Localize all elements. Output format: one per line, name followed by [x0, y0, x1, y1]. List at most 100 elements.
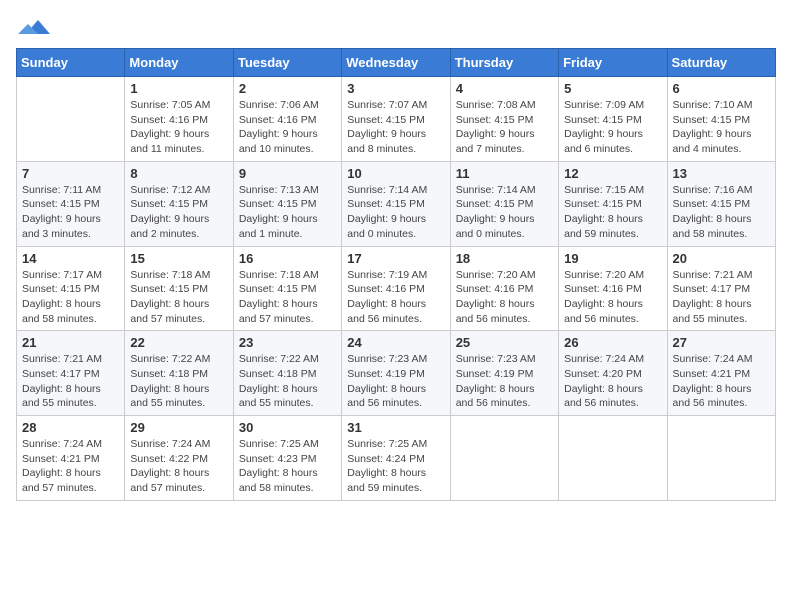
calendar-cell: 27 Sunrise: 7:24 AMSunset: 4:21 PMDayligh… — [667, 331, 775, 416]
day-number: 23 — [239, 335, 336, 350]
day-header-wednesday: Wednesday — [342, 49, 450, 77]
day-header-tuesday: Tuesday — [233, 49, 341, 77]
day-number: 7 — [22, 166, 119, 181]
day-number: 24 — [347, 335, 444, 350]
calendar-cell: 10Sunrise: 7:14 AMSunset: 4:15 PMDayligh… — [342, 161, 450, 246]
calendar-cell — [559, 416, 667, 501]
day-number: 16 — [239, 251, 336, 266]
calendar-cell: 19 Sunrise: 7:20 AMSunset: 4:16 PMDayligh… — [559, 246, 667, 331]
day-number: 22 — [130, 335, 227, 350]
calendar-cell: 8Sunrise: 7:12 AMSunset: 4:15 PMDaylight… — [125, 161, 233, 246]
day-info: Sunrise: 7:06 AMSunset: 4:16 PMDaylight:… — [239, 98, 336, 157]
day-info: Sunrise: 7:22 AMSunset: 4:18 PMDaylight:… — [239, 352, 336, 411]
calendar-cell: 2 Sunrise: 7:06 AMSunset: 4:16 PMDaylight… — [233, 77, 341, 162]
day-info: Sunrise: 7:16 AMSunset: 4:15 PMDaylight:… — [673, 183, 770, 242]
day-info: Sunrise: 7:07 AMSunset: 4:15 PMDaylight:… — [347, 98, 444, 157]
calendar-cell: 18 Sunrise: 7:20 AMSunset: 4:16 PMDayligh… — [450, 246, 558, 331]
day-number: 8 — [130, 166, 227, 181]
day-info: Sunrise: 7:23 AMSunset: 4:19 PMDaylight:… — [456, 352, 553, 411]
calendar-cell: 15 Sunrise: 7:18 AMSunset: 4:15 PMDayligh… — [125, 246, 233, 331]
calendar-cell — [450, 416, 558, 501]
day-info: Sunrise: 7:19 AMSunset: 4:16 PMDaylight:… — [347, 268, 444, 327]
day-info: Sunrise: 7:24 AMSunset: 4:20 PMDaylight:… — [564, 352, 661, 411]
day-number: 12 — [564, 166, 661, 181]
day-number: 13 — [673, 166, 770, 181]
day-number: 18 — [456, 251, 553, 266]
calendar-cell: 4 Sunrise: 7:08 AMSunset: 4:15 PMDaylight… — [450, 77, 558, 162]
calendar-cell — [17, 77, 125, 162]
day-info: Sunrise: 7:14 AMSunset: 4:15 PMDaylight:… — [456, 183, 553, 242]
calendar-cell: 9 Sunrise: 7:13 AMSunset: 4:15 PMDaylight… — [233, 161, 341, 246]
day-number: 29 — [130, 420, 227, 435]
day-info: Sunrise: 7:24 AMSunset: 4:21 PMDaylight:… — [22, 437, 119, 496]
calendar-cell: 20 Sunrise: 7:21 AMSunset: 4:17 PMDayligh… — [667, 246, 775, 331]
day-number: 9 — [239, 166, 336, 181]
calendar-cell: 26 Sunrise: 7:24 AMSunset: 4:20 PMDayligh… — [559, 331, 667, 416]
day-info: Sunrise: 7:17 AMSunset: 4:15 PMDaylight:… — [22, 268, 119, 327]
calendar-cell: 23 Sunrise: 7:22 AMSunset: 4:18 PMDayligh… — [233, 331, 341, 416]
calendar-cell: 7 Sunrise: 7:11 AMSunset: 4:15 PMDaylight… — [17, 161, 125, 246]
day-number: 4 — [456, 81, 553, 96]
day-number: 1 — [130, 81, 227, 96]
day-info: Sunrise: 7:20 AMSunset: 4:16 PMDaylight:… — [564, 268, 661, 327]
day-header-sunday: Sunday — [17, 49, 125, 77]
calendar-cell: 6 Sunrise: 7:10 AMSunset: 4:15 PMDaylight… — [667, 77, 775, 162]
day-header-monday: Monday — [125, 49, 233, 77]
day-number: 25 — [456, 335, 553, 350]
calendar-cell: 13 Sunrise: 7:16 AMSunset: 4:15 PMDayligh… — [667, 161, 775, 246]
calendar-cell: 5Sunrise: 7:09 AMSunset: 4:15 PMDaylight… — [559, 77, 667, 162]
day-info: Sunrise: 7:23 AMSunset: 4:19 PMDaylight:… — [347, 352, 444, 411]
day-number: 10 — [347, 166, 444, 181]
day-info: Sunrise: 7:11 AMSunset: 4:15 PMDaylight:… — [22, 183, 119, 242]
day-info: Sunrise: 7:24 AMSunset: 4:21 PMDaylight:… — [673, 352, 770, 411]
calendar-cell: 22 Sunrise: 7:22 AMSunset: 4:18 PMDayligh… — [125, 331, 233, 416]
day-number: 3 — [347, 81, 444, 96]
day-info: Sunrise: 7:25 AMSunset: 4:23 PMDaylight:… — [239, 437, 336, 496]
calendar-cell: 24 Sunrise: 7:23 AMSunset: 4:19 PMDayligh… — [342, 331, 450, 416]
calendar: SundayMondayTuesdayWednesdayThursdayFrid… — [16, 48, 776, 501]
day-info: Sunrise: 7:13 AMSunset: 4:15 PMDaylight:… — [239, 183, 336, 242]
logo-icon — [18, 16, 50, 36]
day-header-thursday: Thursday — [450, 49, 558, 77]
day-number: 31 — [347, 420, 444, 435]
calendar-cell: 3 Sunrise: 7:07 AMSunset: 4:15 PMDaylight… — [342, 77, 450, 162]
day-info: Sunrise: 7:20 AMSunset: 4:16 PMDaylight:… — [456, 268, 553, 327]
day-number: 11 — [456, 166, 553, 181]
calendar-cell: 17 Sunrise: 7:19 AMSunset: 4:16 PMDayligh… — [342, 246, 450, 331]
logo — [16, 16, 50, 36]
day-info: Sunrise: 7:08 AMSunset: 4:15 PMDaylight:… — [456, 98, 553, 157]
calendar-cell: 29 Sunrise: 7:24 AMSunset: 4:22 PMDayligh… — [125, 416, 233, 501]
calendar-cell: 25 Sunrise: 7:23 AMSunset: 4:19 PMDayligh… — [450, 331, 558, 416]
day-info: Sunrise: 7:24 AMSunset: 4:22 PMDaylight:… — [130, 437, 227, 496]
day-info: Sunrise: 7:10 AMSunset: 4:15 PMDaylight:… — [673, 98, 770, 157]
day-info: Sunrise: 7:15 AMSunset: 4:15 PMDaylight:… — [564, 183, 661, 242]
day-number: 15 — [130, 251, 227, 266]
day-number: 17 — [347, 251, 444, 266]
day-info: Sunrise: 7:21 AMSunset: 4:17 PMDaylight:… — [22, 352, 119, 411]
calendar-cell: 1 Sunrise: 7:05 AMSunset: 4:16 PMDaylight… — [125, 77, 233, 162]
day-number: 19 — [564, 251, 661, 266]
day-info: Sunrise: 7:18 AMSunset: 4:15 PMDaylight:… — [130, 268, 227, 327]
calendar-cell: 14Sunrise: 7:17 AMSunset: 4:15 PMDayligh… — [17, 246, 125, 331]
day-number: 2 — [239, 81, 336, 96]
day-number: 6 — [673, 81, 770, 96]
calendar-cell: 30 Sunrise: 7:25 AMSunset: 4:23 PMDayligh… — [233, 416, 341, 501]
day-number: 5 — [564, 81, 661, 96]
day-info: Sunrise: 7:05 AMSunset: 4:16 PMDaylight:… — [130, 98, 227, 157]
day-number: 28 — [22, 420, 119, 435]
day-number: 27 — [673, 335, 770, 350]
day-number: 20 — [673, 251, 770, 266]
day-info: Sunrise: 7:18 AMSunset: 4:15 PMDaylight:… — [239, 268, 336, 327]
day-info: Sunrise: 7:25 AMSunset: 4:24 PMDaylight:… — [347, 437, 444, 496]
day-header-saturday: Saturday — [667, 49, 775, 77]
day-info: Sunrise: 7:21 AMSunset: 4:17 PMDaylight:… — [673, 268, 770, 327]
header — [16, 16, 776, 36]
calendar-cell: 21Sunrise: 7:21 AMSunset: 4:17 PMDayligh… — [17, 331, 125, 416]
day-info: Sunrise: 7:22 AMSunset: 4:18 PMDaylight:… — [130, 352, 227, 411]
day-number: 30 — [239, 420, 336, 435]
day-number: 26 — [564, 335, 661, 350]
calendar-cell: 12 Sunrise: 7:15 AMSunset: 4:15 PMDayligh… — [559, 161, 667, 246]
calendar-cell — [667, 416, 775, 501]
calendar-cell: 28 Sunrise: 7:24 AMSunset: 4:21 PMDayligh… — [17, 416, 125, 501]
calendar-cell: 11 Sunrise: 7:14 AMSunset: 4:15 PMDayligh… — [450, 161, 558, 246]
